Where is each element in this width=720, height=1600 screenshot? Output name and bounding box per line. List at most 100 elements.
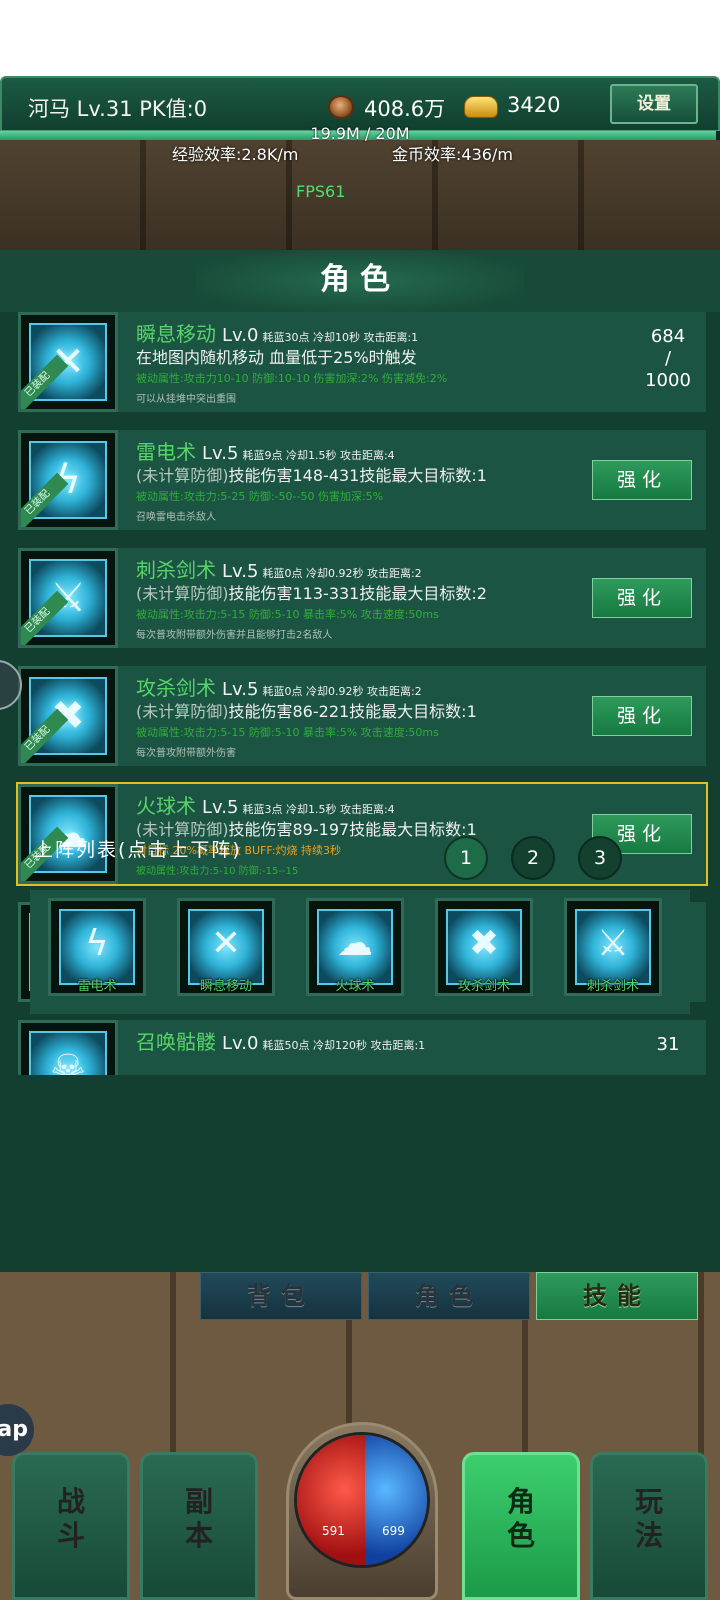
nav-battle[interactable]: 战 斗 [12,1452,130,1600]
skill-desc-text: 在地图内随机移动 血量低于25%时触发 [136,348,417,367]
nav-battle-label-1: 战 [56,1485,85,1518]
skill-row[interactable]: ✕ 已装配 瞬息移动 Lv.0 耗蓝30点 冷却10秒 攻击距离:1 在地图内随机移动 血… [18,312,706,412]
skill-exp: 684/1000 [618,326,718,392]
player-info: 河马 Lv.31 PK值:0 [28,97,208,121]
skill-name-text: 刺杀剑术 [136,558,216,582]
skill-name: 刺杀剑术 Lv.5 耗蓝0点 冷却0.92秒 攻击距离:2 [136,554,422,583]
upgrade-button[interactable]: 强化 [592,578,692,618]
skill-icon-frame: ☠ [18,1020,118,1075]
exp-rate: 经验效率:2.8K/m [172,145,299,164]
skill-name: 火球术 Lv.5 耗蓝3点 冷却1.5秒 攻击距离:4 [136,790,395,819]
skill-icon-frame: ☁ 已装配 [18,784,118,884]
deploy-item-attack-sword[interactable]: ✖ 攻杀剑术 [435,898,533,996]
gold-amount: 3420 [507,93,561,117]
skill-desc-text: 技能伤害86-221技能最大目标数:1 [228,702,477,721]
skill-passive: 被动属性:攻击力:5-15 防御:5-10 暴击率:5% 攻击速度:50ms [136,608,439,621]
skill-name-text: 火球术 [136,794,196,818]
deploy-item-label: 刺杀剑术 [586,979,639,994]
nav-gameplay-label-1: 玩 [634,1485,663,1518]
skill-level: Lv.5 [202,443,239,464]
skill-desc-prefix: (未计算防御) [136,584,229,603]
skill-description: (未计算防御)技能伤害86-221技能最大目标数:1 [136,698,477,722]
skill-meta: 耗蓝50点 冷却120秒 攻击距离:1 [262,1039,426,1052]
nav-character-label-2: 色 [506,1519,535,1552]
skill-name-text: 瞬息移动 [136,322,216,346]
skill-exp-max: 1000 [645,370,691,391]
skill-name: 攻杀剑术 Lv.5 耗蓝0点 冷却0.92秒 攻击距离:2 [136,672,422,701]
nav-character-label-1: 角 [506,1485,535,1518]
nav-dungeon[interactable]: 副 本 [140,1452,258,1600]
upgrade-button[interactable]: 强化 [592,460,692,500]
skill-level: Lv.5 [222,679,259,700]
skill-icon-frame: ✖ 已装配 [18,666,118,766]
skill-row[interactable]: ϟ 已装配 雷电术 Lv.5 耗蓝9点 冷却1.5秒 攻击距离:4 (未计算防御)技能伤害… [18,430,706,530]
skill-name: 召唤骷髅 Lv.0 耗蓝50点 冷却120秒 攻击距离:1 [136,1026,425,1055]
nav-gameplay[interactable]: 玩 法 [590,1452,708,1600]
hp-mp-orb [294,1432,430,1568]
skill-description: 在地图内随机移动 血量低于25%时触发 [136,344,417,368]
hp-half [297,1435,365,1565]
fps-counter: FPS61 [296,182,346,201]
skill-meta: 耗蓝0点 冷却0.92秒 攻击距离:2 [262,567,422,580]
skill-passive: 被动属性:攻击力:5-25 防御:-50--50 伤害加深:5% [136,490,384,503]
skill-note: 每次普攻附带额外伤害 [136,748,236,759]
upgrade-button[interactable]: 强化 [592,696,692,736]
skill-exp-separator: / [664,348,672,369]
skill-exp: 31 [618,1034,718,1056]
skill-exp-current: 31 [656,1034,680,1055]
skill-meta: 耗蓝0点 冷却0.92秒 攻击距离:2 [262,685,422,698]
skill-meta: 耗蓝3点 冷却1.5秒 攻击距离:4 [242,803,395,816]
skill-note: 可以从挂堆中突出重围 [136,394,236,405]
skill-icon-frame: ⚔ 已装配 [18,548,118,648]
deploy-item-teleport[interactable]: ✕ 瞬息移动 [177,898,275,996]
skill-level: Lv.0 [222,325,259,346]
wall-background [0,138,720,250]
skill-row[interactable]: ✖ 已装配 攻杀剑术 Lv.5 耗蓝0点 冷却0.92秒 攻击距离:2 (未计算防御)技能… [18,666,706,766]
skill-row[interactable]: ☠ 召唤骷髅 Lv.0 耗蓝50点 冷却120秒 攻击距离:1 31 [18,1020,706,1075]
skill-meta: 耗蓝30点 冷却10秒 攻击距离:1 [262,331,419,344]
skill-name-text: 召唤骷髅 [136,1030,216,1054]
character-panel: 角色 ✕ 已装配 瞬息移动 Lv.0 耗蓝30点 冷却10秒 攻击距离:1 在地图内随机移… [0,250,720,1272]
xp-text: 19.9M / 20M [310,124,410,143]
skill-passive: 被动属性:攻击力10-10 防御:10-10 伤害加深:2% 伤害减免:2% [136,372,448,385]
skill-description: (未计算防御)技能伤害113-331技能最大目标数:2 [136,580,487,604]
deploy-list: ϟ 雷电术 ✕ 瞬息移动 ☁ 火球术 ✖ 攻杀剑术 ⚔ 刺杀剑术 [30,890,690,1014]
tab-bag[interactable]: 背包 [200,1272,362,1320]
nav-battle-label-2: 斗 [56,1519,85,1552]
deploy-item-label: 攻杀剑术 [457,979,510,994]
skill-name: 瞬息移动 Lv.0 耗蓝30点 冷却10秒 攻击距离:1 [136,318,418,347]
deploy-item-label: 火球术 [335,979,375,994]
panel-title: 角色 [196,250,524,312]
mp-value: 699 [382,1524,405,1538]
deploy-slot-3[interactable]: 3 [578,836,622,880]
skill-note: 被动属性:攻击力:5-10 防御:-15--15 [136,866,299,877]
skill-meta: 耗蓝9点 冷却1.5秒 攻击距离:4 [242,449,395,462]
skill-row[interactable]: ⚔ 已装配 刺杀剑术 Lv.5 耗蓝0点 冷却0.92秒 攻击距离:2 (未计算防御)技能… [18,548,706,648]
system-status-bar [0,0,720,76]
deploy-item-fireball[interactable]: ☁ 火球术 [306,898,404,996]
gold-rate: 金币效率:436/m [392,145,513,164]
skill-desc-prefix: (未计算防御) [136,466,229,485]
deploy-item-lightning[interactable]: ϟ 雷电术 [48,898,146,996]
nav-dungeon-label-1: 副 [184,1485,213,1518]
skill-level: Lv.5 [222,561,259,582]
tab-skills[interactable]: 技能 [536,1272,698,1320]
deploy-item-label: 雷电术 [77,979,117,994]
deploy-slot-1[interactable]: 1 [444,836,488,880]
deploy-slot-2[interactable]: 2 [511,836,555,880]
skill-note: 每次普攻附带额外伤害并且能够打击2名敌人 [136,630,333,641]
skill-icon-frame: ✕ 已装配 [18,312,118,412]
nav-gameplay-label-2: 法 [634,1519,663,1552]
deploy-item-label: 瞬息移动 [199,979,252,994]
skill-desc-text: 技能伤害148-431技能最大目标数:1 [228,466,487,485]
skill-desc-prefix: (未计算防御) [136,702,229,721]
settings-button[interactable]: 设置 [610,84,698,124]
deploy-item-thrust-sword[interactable]: ⚔ 刺杀剑术 [564,898,662,996]
skill-icon-frame: ϟ 已装配 [18,430,118,530]
skill-exp-current: 684 [650,326,686,347]
gold-ingot-icon [464,96,498,118]
nav-character[interactable]: 角 色 [462,1452,580,1600]
skill-level: Lv.5 [202,797,239,818]
tab-character[interactable]: 角色 [368,1272,530,1320]
skill-level: Lv.0 [222,1033,259,1054]
